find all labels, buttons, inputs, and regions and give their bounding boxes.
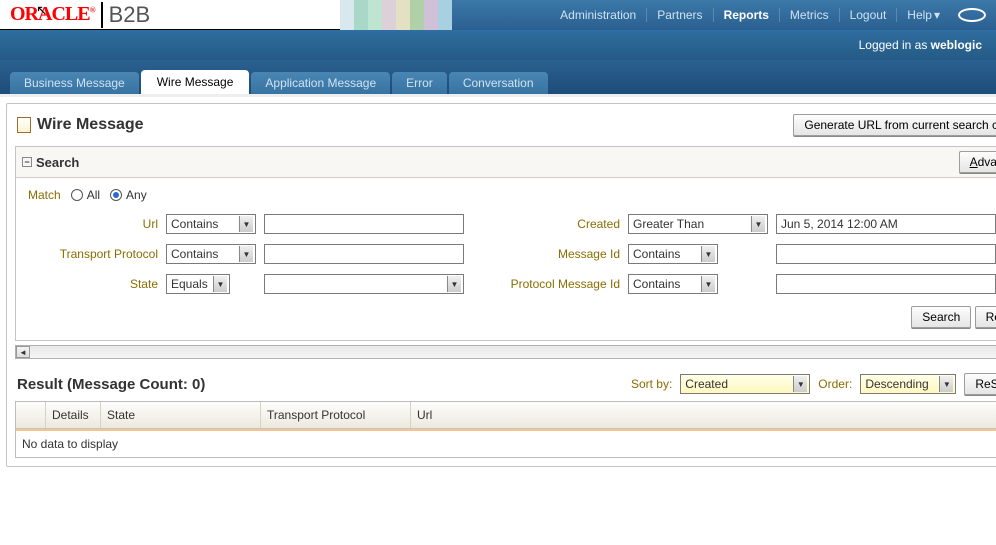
url-label: Url (28, 217, 158, 231)
app-header: ORACLE® B2B Administration Partners Repo… (0, 0, 996, 30)
transport-protocol-input[interactable] (264, 244, 464, 264)
state-label: State (28, 277, 158, 291)
search-button[interactable]: Search (911, 306, 971, 328)
content-panel: Wire Message Generate URL from current s… (6, 103, 996, 467)
chevron-down-icon: ▼ (701, 276, 715, 292)
message-id-op-select[interactable]: Contains▼ (628, 244, 718, 264)
nav-reports[interactable]: Reports (714, 8, 780, 22)
chevron-down-icon: ▼ (793, 376, 807, 392)
brand-text: ORACLE (10, 3, 90, 25)
protocol-message-id-op-select[interactable]: Contains▼ (628, 274, 718, 294)
result-table: Details State Transport Protocol Url No … (15, 401, 996, 458)
sort-by-label: Sort by: (631, 377, 672, 391)
created-input[interactable]: Jun 5, 2014 12:00 AM (776, 214, 996, 234)
search-heading: − Search (22, 155, 79, 170)
nav-administration[interactable]: Administration (550, 8, 647, 22)
chevron-down-icon: ▼ (213, 276, 227, 292)
nav-help-label: Help (907, 8, 932, 22)
nav-metrics[interactable]: Metrics (780, 8, 840, 22)
title-row: Wire Message Generate URL from current s… (17, 114, 996, 136)
search-buttons: Search Reset (28, 306, 996, 328)
oracle-oval-icon (958, 8, 986, 22)
chevron-down-icon: ▼ (701, 246, 715, 262)
match-any-radio[interactable] (110, 189, 122, 201)
match-label: Match (28, 188, 61, 202)
page-title: Wire Message (17, 116, 144, 134)
match-all-label: All (87, 188, 100, 202)
match-row: Match All Any (28, 188, 996, 202)
col-transport-protocol: Transport Protocol (261, 402, 411, 428)
logged-in-prefix: Logged in as (859, 38, 931, 52)
search-heading-text: Search (36, 155, 79, 170)
no-data-text: No data to display (22, 437, 118, 451)
search-panel-body: Match All Any Url Contains▼ Created Grea… (16, 178, 996, 340)
tab-error[interactable]: Error (392, 72, 447, 94)
created-label: Created (480, 217, 620, 231)
state-value-select[interactable]: ▼ (264, 274, 464, 294)
match-any-label: Any (126, 188, 147, 202)
scroll-left-icon[interactable]: ◄ (16, 346, 30, 358)
col-blank (16, 402, 46, 428)
logged-in-text: Logged in as weblogic (859, 38, 982, 52)
created-op-select[interactable]: Greater Than▼ (628, 214, 768, 234)
logged-in-user: weblogic (931, 38, 982, 52)
generate-url-button[interactable]: Generate URL from current search criteri… (793, 114, 996, 136)
message-id-input[interactable] (776, 244, 996, 264)
page-icon (17, 117, 31, 133)
nav-partners[interactable]: Partners (647, 8, 713, 22)
table-header: Details State Transport Protocol Url (16, 402, 996, 429)
transport-protocol-label: Transport Protocol (28, 247, 158, 261)
search-panel-head: − Search Advanced (16, 147, 996, 178)
sort-by-select[interactable]: Created▼ (680, 374, 810, 394)
chevron-down-icon: ▼ (447, 276, 461, 292)
reg-mark: ® (90, 5, 95, 14)
state-op-select[interactable]: Equals▼ (166, 274, 230, 294)
order-select[interactable]: Descending▼ (860, 374, 956, 394)
reset-button[interactable]: Reset (975, 306, 996, 328)
col-url: Url (411, 402, 996, 428)
tab-application-message[interactable]: Application Message (251, 72, 390, 94)
result-heading: Result (Message Count: 0) (17, 376, 205, 393)
brand-sub: B2B (101, 2, 151, 28)
result-header-row: Result (Message Count: 0) Sort by: Creat… (17, 373, 996, 395)
search-panel: − Search Advanced Match All Any Url Cont… (15, 146, 996, 341)
order-label: Order: (818, 377, 852, 391)
url-input[interactable] (264, 214, 464, 234)
sub-header: Logged in as weblogic (0, 30, 996, 60)
advanced-button[interactable]: Advanced (959, 151, 996, 173)
protocol-message-id-input[interactable] (776, 274, 996, 294)
chevron-down-icon: ▼ (939, 376, 953, 392)
protocol-message-id-label: Protocol Message Id (480, 277, 620, 291)
result-controls: Sort by: Created▼ Order: Descending▼ ReS… (631, 373, 996, 395)
collapse-icon[interactable]: − (22, 157, 32, 167)
chevron-down-icon: ▼ (239, 216, 253, 232)
nav-help[interactable]: Help ▾ (897, 8, 950, 22)
horizontal-scrollbar[interactable]: ◄ ► (15, 345, 996, 359)
tab-wire-message[interactable]: Wire Message (141, 70, 250, 94)
url-op-select[interactable]: Contains▼ (166, 214, 256, 234)
transport-protocol-op-select[interactable]: Contains▼ (166, 244, 256, 264)
chevron-down-icon: ▼ (751, 216, 765, 232)
table-body: No data to display (16, 429, 996, 457)
main-area: Wire Message Generate URL from current s… (0, 94, 996, 473)
brand-logo: ORACLE® (10, 3, 95, 26)
match-all-radio[interactable] (71, 189, 83, 201)
resubmit-button[interactable]: ReSubmit (964, 373, 996, 395)
page-title-text: Wire Message (37, 116, 144, 134)
chevron-down-icon: ▼ (239, 246, 253, 262)
decor-stripes (340, 0, 452, 30)
top-nav: Administration Partners Reports Metrics … (550, 0, 986, 30)
nav-logout[interactable]: Logout (840, 8, 898, 22)
chevron-down-icon: ▾ (934, 8, 940, 22)
tab-conversation[interactable]: Conversation (449, 72, 548, 94)
tab-strip: Business Message Wire Message Applicatio… (0, 60, 996, 94)
message-id-label: Message Id (480, 247, 620, 261)
col-state: State (101, 402, 261, 428)
col-details: Details (46, 402, 101, 428)
tab-business-message[interactable]: Business Message (10, 72, 139, 94)
search-form: Url Contains▼ Created Greater Than▼ Jun … (28, 214, 996, 294)
